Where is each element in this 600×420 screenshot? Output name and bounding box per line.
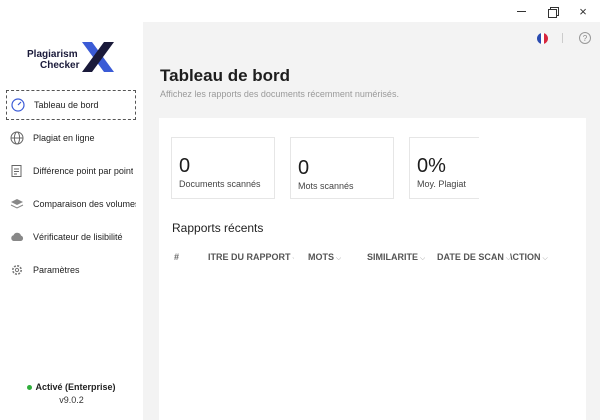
globe-icon	[10, 131, 24, 145]
chevron-down-icon: ⌵	[336, 255, 342, 262]
logo-text-line2: Checker	[40, 60, 80, 71]
chevron-down-icon: ⌵	[293, 255, 294, 262]
cloud-icon	[10, 230, 24, 244]
logo-x-icon	[82, 42, 114, 72]
license-status-text: Activé (Enterprise)	[35, 382, 116, 392]
title-bar: ×	[0, 0, 600, 22]
page-subtitle: Affichez les rapports des documents réce…	[160, 89, 399, 99]
stat-card-documents: 0 Documents scannés	[171, 137, 275, 199]
chevron-down-icon: ⌵	[420, 255, 426, 262]
sidebar-item-online-plagiarism[interactable]: Plagiat en ligne	[6, 123, 136, 153]
restore-icon	[547, 6, 559, 18]
sidebar-item-label: Tableau de bord	[34, 100, 99, 110]
status-dot-icon	[27, 385, 33, 391]
app-version: v9.0.2	[59, 395, 84, 405]
license-status: Activé (Enterprise)	[0, 382, 143, 392]
column-header-title[interactable]: ITRE DU RAPPORT⌵	[208, 252, 294, 263]
document-compare-icon	[10, 164, 24, 178]
column-header-action[interactable]: \CTION ⌵	[510, 252, 548, 263]
sidebar-item-label: Paramètres	[33, 265, 80, 275]
column-header-label: \CTION	[510, 252, 541, 262]
sidebar-item-settings[interactable]: Paramètres	[6, 255, 136, 285]
page-title: Tableau de bord	[160, 66, 291, 85]
logo: Plagiarism Checker	[26, 40, 116, 74]
minimize-button[interactable]	[504, 0, 538, 22]
gear-icon	[10, 263, 24, 277]
sidebar-item-diff[interactable]: Différence point par point	[6, 156, 136, 186]
gauge-icon	[11, 98, 25, 112]
column-header-words[interactable]: MOTS ⌵	[308, 252, 341, 263]
stat-value: 0	[179, 155, 191, 177]
help-icon[interactable]: ?	[579, 32, 591, 44]
stat-card-words: 0 Mots scannés	[290, 137, 394, 199]
column-header-similarity[interactable]: SIMILARITE ⌵	[367, 252, 425, 263]
column-header-scan-date[interactable]: DATE DE SCAN ⌵	[437, 252, 511, 263]
layers-icon	[10, 197, 24, 211]
sidebar-item-label: Vérificateur de lisibilité	[33, 232, 123, 242]
header-divider	[562, 33, 563, 43]
stat-value: 0	[298, 157, 310, 179]
column-header-label: MOTS	[308, 252, 334, 262]
scrollbar[interactable]	[586, 52, 600, 420]
restore-button[interactable]	[535, 0, 569, 22]
reports-table-header: # ITRE DU RAPPORT⌵ MOTS⌵ SIMILARITE⌵ DAT…	[159, 252, 586, 266]
stat-value: 0%	[417, 155, 446, 177]
minimize-icon	[516, 10, 526, 12]
sidebar-item-label: Comparaison des volumes	[33, 199, 136, 209]
close-icon: ×	[579, 3, 587, 19]
stat-label: Mots scannés	[298, 181, 354, 191]
header-bar	[143, 22, 600, 52]
column-header-label: ITRE DU RAPPORT	[208, 252, 291, 262]
close-button[interactable]: ×	[566, 0, 600, 22]
sidebar-item-label: Différence point par point	[33, 166, 134, 176]
recent-reports-title: Rapports récents	[172, 221, 264, 235]
stat-label: Moy. Plagiat	[417, 179, 466, 189]
sidebar-item-readability[interactable]: Vérificateur de lisibilité	[6, 222, 136, 252]
sidebar-item-dashboard[interactable]: Tableau de bord	[6, 90, 136, 120]
flag-france-icon[interactable]	[537, 33, 548, 44]
logo-text-line1: Plagiarism	[27, 49, 78, 60]
stat-card-plagiarism: 0% Moy. Plagiat	[409, 137, 479, 199]
sidebar-item-volume-compare[interactable]: Comparaison des volumes	[6, 189, 136, 219]
stat-label: Documents scannés	[179, 179, 261, 189]
column-header-label: DATE DE SCAN	[437, 252, 504, 262]
sidebar: Plagiarism Checker Tableau de bord Plagi…	[0, 22, 143, 420]
sidebar-item-label: Plagiat en ligne	[33, 133, 95, 143]
column-header-index: #	[174, 252, 180, 262]
column-header-label: SIMILARITE	[367, 252, 418, 262]
chevron-down-icon: ⌵	[542, 255, 548, 262]
